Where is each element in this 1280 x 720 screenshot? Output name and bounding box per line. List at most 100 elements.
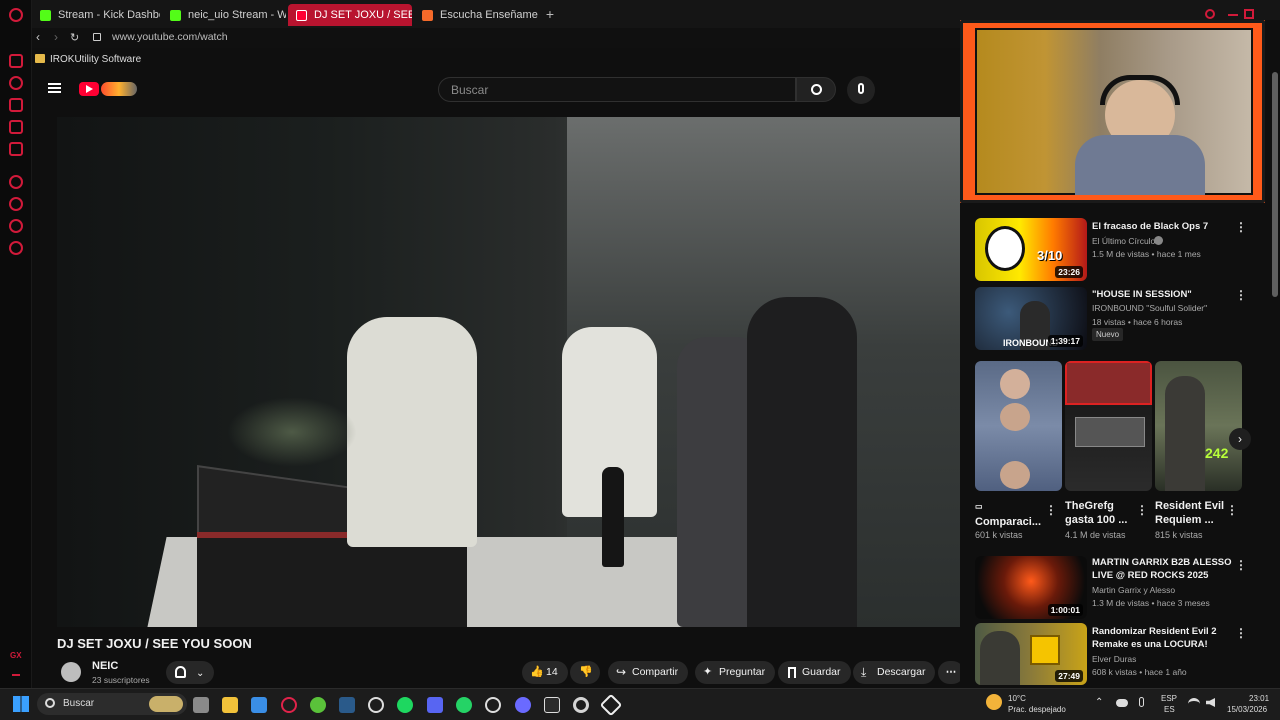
player-icon[interactable] <box>9 175 23 189</box>
like-button[interactable]: 👍 14 <box>522 661 568 684</box>
windows-start-icon[interactable] <box>13 696 29 712</box>
xbox-icon[interactable] <box>310 697 326 713</box>
back-icon[interactable]: ‹ <box>36 30 40 44</box>
reload-icon[interactable]: ↻ <box>70 31 79 44</box>
recommended-meta: 1.5 M de vistas • hace 1 mes <box>1092 249 1201 259</box>
search-button[interactable] <box>796 77 836 102</box>
short-thumbnail[interactable]: 242 <box>1155 361 1242 491</box>
search-tabs-icon[interactable] <box>1205 9 1215 19</box>
share-label: Compartir <box>632 666 679 678</box>
gx-control-icon[interactable] <box>9 54 23 68</box>
gx-cleaner-icon[interactable] <box>9 76 23 90</box>
microphone-icon[interactable] <box>1139 697 1144 707</box>
more-vert-icon[interactable]: ⋮ <box>1235 558 1247 572</box>
tab-youtube-active[interactable]: DJ SET JOXU / SEE YOU S <box>288 4 412 26</box>
duration-badge: 23:26 <box>1055 266 1083 278</box>
subscribe-bell-button[interactable]: ⌄ <box>166 661 214 684</box>
recommended-channel[interactable]: Martin Garrix y Alesso <box>1092 585 1175 595</box>
obs-icon[interactable] <box>485 697 501 713</box>
tab-kick-stream[interactable]: neic_uio Stream - Watch L <box>162 4 286 26</box>
recommended-title[interactable]: El fracaso de Black Ops 7 <box>1092 220 1242 233</box>
short-title[interactable]: ▭ Comparaci... <box>975 499 1041 529</box>
short-face <box>1000 369 1030 399</box>
settings-icon[interactable] <box>9 241 23 255</box>
discord-icon[interactable] <box>427 697 443 713</box>
task-view-icon[interactable] <box>193 697 209 713</box>
short-views: 4.1 M de vistas <box>1065 530 1126 540</box>
epic-games-icon[interactable] <box>544 697 560 713</box>
short-thumbnail[interactable] <box>975 361 1062 491</box>
weather-icon[interactable] <box>986 694 1002 710</box>
more-vert-icon[interactable]: ⋮ <box>1136 503 1148 517</box>
clock-time[interactable]: 23:01 <box>1249 694 1269 703</box>
dislike-button[interactable]: 👎 <box>570 661 600 684</box>
forward-icon[interactable]: › <box>54 30 58 44</box>
tab-kick-dashboard[interactable]: Stream - Kick Dashboa <box>32 4 160 26</box>
ask-button[interactable]: ✦ Preguntar <box>695 661 776 684</box>
chevron-up-icon[interactable]: ⌃ <box>1095 697 1103 708</box>
opera-logo-icon[interactable] <box>9 8 23 22</box>
gx-corner-icon[interactable] <box>9 98 23 112</box>
short-thumbnail[interactable] <box>1065 361 1152 491</box>
menu-icon-mid <box>48 87 61 89</box>
taskbar-search[interactable]: Buscar <box>37 693 187 715</box>
kick-icon <box>40 10 51 21</box>
chrome-icon[interactable] <box>573 697 589 713</box>
avatar[interactable] <box>61 662 81 682</box>
recommended-channel[interactable]: IRONBOUND "Soulful Solider" <box>1092 303 1207 313</box>
twitter-icon[interactable] <box>9 142 23 156</box>
new-tab-icon[interactable]: + <box>544 7 556 21</box>
recommended-thumbnail[interactable]: 1:00:01 <box>975 556 1087 619</box>
more-icon[interactable] <box>12 674 20 676</box>
search-input[interactable]: Buscar <box>438 77 796 102</box>
history-icon[interactable] <box>9 197 23 211</box>
minimize-icon[interactable] <box>1228 14 1238 16</box>
bookmark-iroku[interactable]: IROKUtility Software <box>50 54 141 65</box>
video-player[interactable] <box>57 117 960 627</box>
short-character <box>1165 376 1205 491</box>
url-field[interactable]: www.youtube.com/watch <box>112 31 228 43</box>
recommended-title[interactable]: "HOUSE IN SESSION" <box>1092 288 1242 301</box>
download-button[interactable]: ⤓ Descargar <box>853 661 936 684</box>
scrollbar[interactable] <box>1272 72 1278 297</box>
chatgpt-icon[interactable] <box>368 697 384 713</box>
share-button[interactable]: ↪ Compartir <box>608 661 689 684</box>
cloud-icon[interactable] <box>1116 699 1128 707</box>
more-vert-icon[interactable]: ⋮ <box>1235 288 1247 302</box>
channel-name[interactable]: NEIC <box>92 660 118 672</box>
app-icon[interactable] <box>515 697 531 713</box>
shorts-next-button[interactable]: › <box>1229 428 1251 450</box>
steam-icon[interactable] <box>339 697 355 713</box>
short-title[interactable]: Resident Evil Requiem ... <box>1155 499 1225 527</box>
recommended-thumbnail[interactable]: 3/10 23:26 <box>975 218 1087 281</box>
recommended-thumbnail[interactable]: 27:49 <box>975 623 1087 685</box>
messenger-icon[interactable] <box>9 219 23 233</box>
recommended-title[interactable]: Randomizar Resident Evil 2 Remake es una… <box>1092 625 1242 651</box>
maximize-icon[interactable] <box>1244 9 1254 19</box>
more-vert-icon[interactable]: ⋮ <box>1235 626 1247 640</box>
share-icon: ↪ <box>616 665 627 679</box>
save-button[interactable]: Guardar <box>778 661 851 684</box>
store-icon[interactable] <box>251 697 267 713</box>
wifi-icon[interactable] <box>1188 698 1200 707</box>
thumbs-down-icon: 👎 <box>579 666 593 678</box>
tab-music[interactable]: Escucha Enseñame A Baila <box>414 4 538 26</box>
whatsapp-icon[interactable] <box>456 697 472 713</box>
recommended-title[interactable]: MARTIN GARRIX B2B ALESSO LIVE @ RED ROCK… <box>1092 556 1242 582</box>
short-title[interactable]: TheGrefg gasta 100 ... <box>1065 499 1135 527</box>
language-top[interactable]: ESP <box>1161 694 1177 703</box>
opera-gx-icon[interactable] <box>281 697 297 713</box>
more-vert-icon[interactable]: ⋮ <box>1045 503 1057 517</box>
file-explorer-icon[interactable] <box>222 697 238 713</box>
gx-badge: GX <box>10 651 22 660</box>
language-bottom: ES <box>1164 705 1175 714</box>
chevron-down-icon: ⌄ <box>196 668 205 679</box>
voice-search-button[interactable] <box>847 76 875 104</box>
more-vert-icon[interactable]: ⋮ <box>1235 220 1247 234</box>
recommended-channel[interactable]: El Último Círculo <box>1092 236 1155 246</box>
more-vert-icon[interactable]: ⋮ <box>1226 503 1238 517</box>
recommended-channel[interactable]: Elver Duras <box>1092 654 1136 664</box>
twitch-icon[interactable] <box>9 120 23 134</box>
spotify-icon[interactable] <box>397 697 413 713</box>
recommended-thumbnail[interactable]: IRONBOUND 1:39:17 <box>975 287 1087 350</box>
